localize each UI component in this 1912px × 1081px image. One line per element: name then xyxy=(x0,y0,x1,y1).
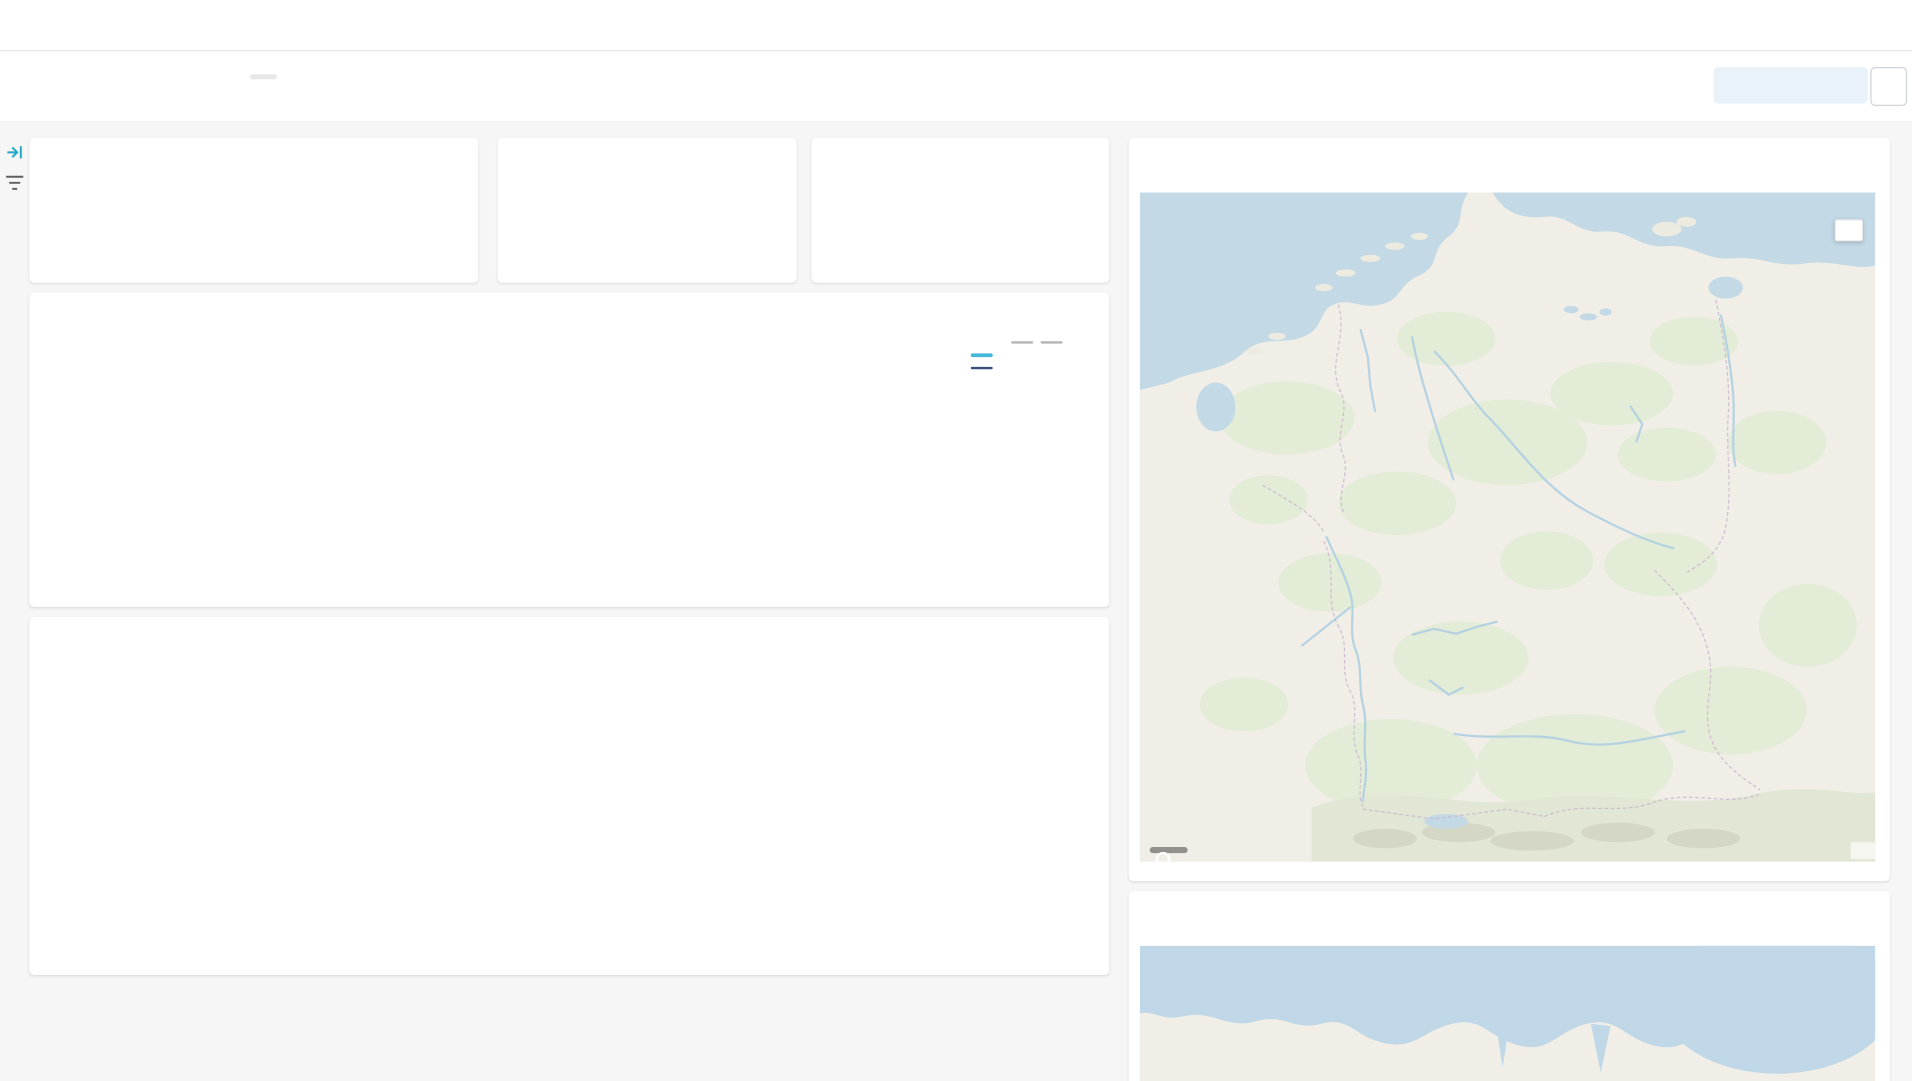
dashboard-more-button[interactable] xyxy=(1870,67,1907,106)
stations-distribution-panel xyxy=(1129,891,1890,1081)
chart-title xyxy=(1129,891,1890,908)
stations-map[interactable] xyxy=(1140,946,1875,1081)
kpi-sparkline xyxy=(49,245,458,272)
chart-title xyxy=(29,292,1109,309)
map-base-tiles xyxy=(1140,946,1875,1081)
legend-item-stations[interactable] xyxy=(971,366,1103,369)
kpi-value xyxy=(811,155,1109,168)
kpi-card-measurements xyxy=(29,138,478,283)
chart-title xyxy=(29,617,1109,634)
measurements-per-water-panel xyxy=(29,617,1109,975)
mapbox-logo-icon xyxy=(1156,852,1171,862)
kpi-value xyxy=(498,155,797,168)
expand-filter-bar-icon[interactable] xyxy=(5,143,25,169)
chart-title xyxy=(1129,138,1890,155)
map-attribution xyxy=(1851,842,1876,859)
water-level-deviation-panel xyxy=(1129,138,1890,881)
deviation-map[interactable] xyxy=(1140,193,1875,862)
kpi-card-days xyxy=(811,138,1109,283)
map-legend xyxy=(1835,219,1863,241)
legend-swatch xyxy=(971,353,993,356)
kpi-title xyxy=(498,138,797,155)
chart-legend xyxy=(971,341,1103,369)
donut-chart[interactable] xyxy=(29,661,1109,975)
kpi-card-stations xyxy=(498,138,797,283)
dashboard-header xyxy=(0,51,1912,120)
edit-dashboard-button[interactable] xyxy=(1713,67,1867,104)
measurements-per-hour-panel xyxy=(29,292,1109,606)
dashboard-content xyxy=(0,121,1912,1081)
map-base-tiles xyxy=(1140,193,1875,862)
line-chart[interactable] xyxy=(39,341,970,591)
legend-item-measurements[interactable] xyxy=(971,353,1103,356)
legend-inv-button[interactable] xyxy=(1041,341,1063,343)
kpi-value xyxy=(29,155,478,168)
draft-badge xyxy=(250,74,277,79)
kpi-title xyxy=(29,138,478,155)
kpi-title xyxy=(811,138,1109,155)
legend-all-button[interactable] xyxy=(1011,341,1033,343)
top-navbar xyxy=(0,0,1912,51)
filter-icon[interactable] xyxy=(5,174,25,197)
mapbox-logo[interactable] xyxy=(1150,847,1188,853)
legend-swatch xyxy=(971,366,993,369)
